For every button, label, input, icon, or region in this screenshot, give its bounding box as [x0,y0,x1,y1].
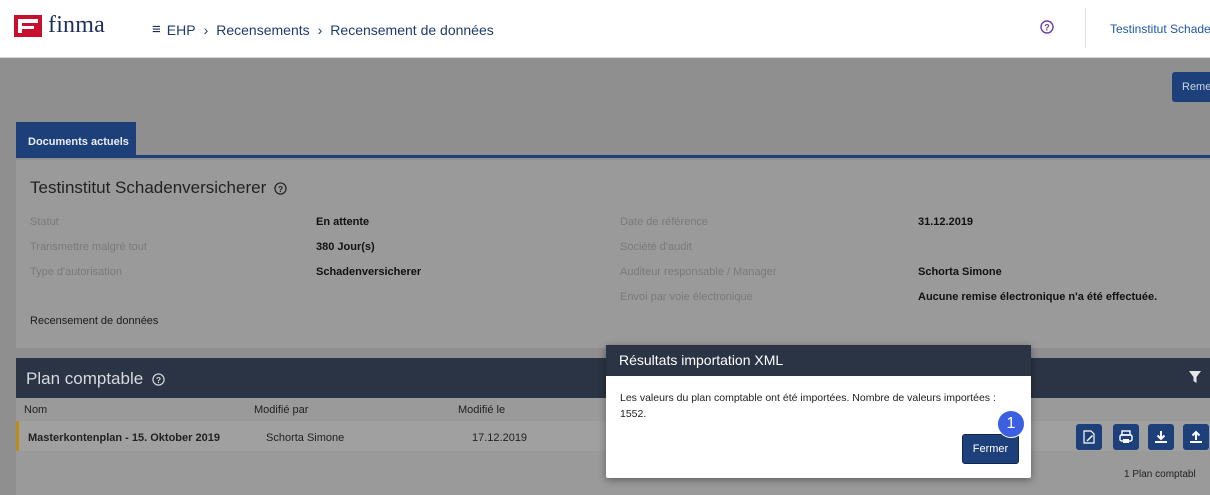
top-bar: finma ≡ EHP › Recensements › Recensement… [0,0,1210,58]
field-value-statut: En attente [316,216,370,228]
print-button[interactable] [1113,424,1139,450]
xml-import-results-dialog: Résultats importation XML Les valeurs du… [606,345,1031,478]
result-count: 1 Plan comptabl [1124,469,1196,480]
tab-documents-actuels[interactable]: Documents actuels [16,122,136,156]
tab-underline [16,155,1210,158]
field-label-transmettre: Transmettre malgré tout [30,241,147,253]
field-label-societe-audit: Société d'audit [620,241,692,253]
svg-text:?: ? [156,374,161,384]
header-divider [1085,8,1086,48]
finma-logo[interactable]: finma [14,12,105,39]
step-number-badge: 1 [997,410,1025,438]
download-button[interactable] [1148,424,1174,450]
print-icon [1119,430,1133,443]
svg-text:?: ? [278,183,283,193]
field-label-envoi: Envoi par voie électronique [620,291,753,303]
upload-icon [1190,430,1202,443]
breadcrumb-item-recensements[interactable]: Recensements [216,22,309,38]
column-header-nom[interactable]: Nom [24,404,47,416]
institute-title-text: Testinstitut Schadenversicherer [30,178,267,197]
field-label-auditeur: Auditeur responsable / Manager [620,266,777,278]
upload-button[interactable] [1183,424,1209,450]
breadcrumb-item-current: Recensement de données [330,21,494,38]
field-value-auditeur: Schorta Simone [918,266,1002,278]
column-header-modifie-le[interactable]: Modifié le [458,404,505,416]
plan-title-text: Plan comptable [26,369,144,388]
edit-document-icon [1083,430,1095,444]
field-label-statut: Statut [30,216,59,228]
row-modified-on: 17.12.2019 [472,432,528,444]
download-icon [1155,431,1167,443]
help-icon[interactable]: ? [152,372,165,386]
remise-button[interactable]: Reme [1172,72,1210,102]
field-value-date-reference: 31.12.2019 [918,216,974,228]
institute-menu[interactable]: Testinstitut Schade [1110,22,1210,36]
dialog-message: Les valeurs du plan comptable ont été im… [620,392,996,420]
field-value-transmettre: 380 Jour(s) [316,241,375,253]
breadcrumb-item-ehp[interactable]: EHP [167,22,196,38]
plan-title: Plan comptable ? [26,369,165,389]
chevron-right-icon: › [203,21,209,38]
help-icon[interactable]: ? [274,181,287,195]
field-label-date-reference: Date de référence [620,216,709,228]
recensement-label: Recensement de données [30,315,159,327]
field-label-type-autorisation: Type d'autorisation [30,266,122,278]
row-modified-by: Schorta Simone [266,432,345,444]
svg-text:?: ? [1044,23,1050,33]
breadcrumb: ≡ EHP › Recensements › Recensement de do… [152,21,494,38]
dialog-title: Résultats importation XML [606,345,1031,376]
close-button[interactable]: Fermer [962,434,1019,464]
field-value-type-autorisation: Schadenversicherer [316,266,422,278]
filter-icon[interactable] [1188,370,1202,384]
chevron-right-icon: › [317,21,323,38]
edit-document-button[interactable] [1076,424,1102,450]
row-name: Masterkontenplan - 15. Oktober 2019 [28,432,220,444]
brand-name: finma [48,12,105,38]
finma-logo-icon [14,14,42,37]
help-icon[interactable]: ? [1040,20,1054,34]
field-value-envoi: Aucune remise électronique n'a été effec… [918,291,1158,303]
institute-title: Testinstitut Schadenversicherer ? [30,178,287,198]
hamburger-menu-icon[interactable]: ≡ [152,21,161,38]
institute-card: Testinstitut Schadenversicherer ? Statut… [16,160,1210,348]
column-header-modifie-par[interactable]: Modifié par [254,404,308,416]
